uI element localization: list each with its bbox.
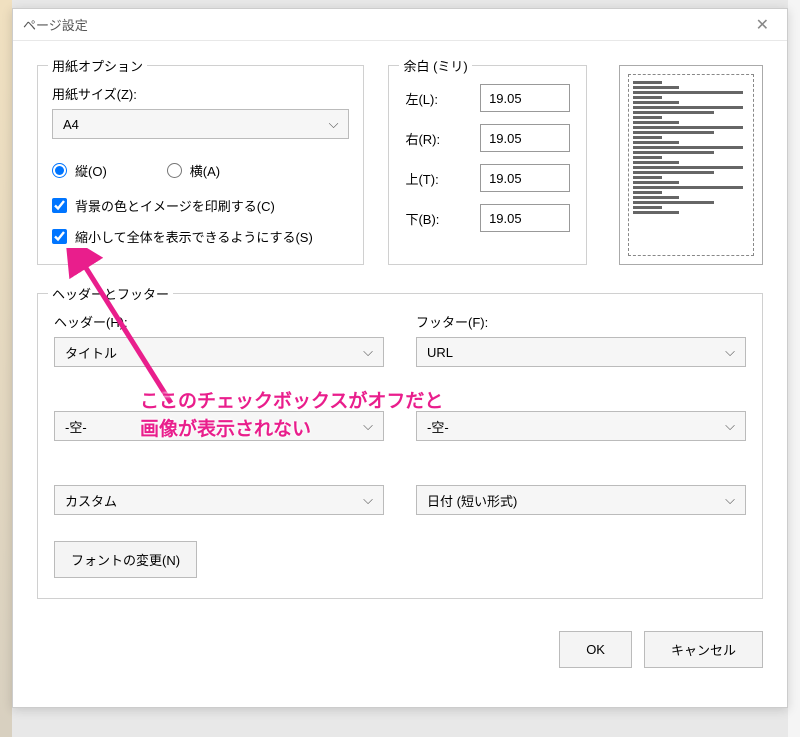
portrait-radio-input[interactable] xyxy=(52,163,67,178)
chevron-down-icon: ⌵ xyxy=(363,344,373,360)
header-3-value: カスタム xyxy=(65,491,117,510)
margin-bottom-label: 下(B): xyxy=(405,209,439,228)
landscape-radio-input[interactable] xyxy=(167,163,182,178)
portrait-label: 縦(O) xyxy=(75,161,107,180)
header-select-1[interactable]: タイトル ⌵ xyxy=(54,337,384,367)
chevron-down-icon: ⌵ xyxy=(725,492,735,508)
landscape-label: 横(A) xyxy=(190,161,220,180)
margin-bottom-input[interactable] xyxy=(480,204,570,232)
footer-column-label: フッター(F): xyxy=(416,312,746,331)
page-setup-dialog: ページ設定 ✕ 用紙オプション 用紙サイズ(Z): A4 ⌵ 縦(O) xyxy=(12,8,788,708)
footer-3-value: 日付 (短い形式) xyxy=(427,491,517,510)
header-column-label: ヘッダー(H): xyxy=(54,312,384,331)
orientation-portrait-radio[interactable]: 縦(O) xyxy=(52,161,107,180)
paper-options-group: 用紙オプション 用紙サイズ(Z): A4 ⌵ 縦(O) 横(A) xyxy=(37,65,364,265)
paper-size-value: A4 xyxy=(63,117,79,132)
chevron-down-icon: ⌵ xyxy=(363,492,373,508)
close-icon[interactable]: ✕ xyxy=(748,11,777,39)
margin-top-label: 上(T): xyxy=(405,169,438,188)
footer-select-3[interactable]: 日付 (短い形式) ⌵ xyxy=(416,485,746,515)
footer-select-1[interactable]: URL ⌵ xyxy=(416,337,746,367)
print-background-checkbox[interactable]: 背景の色とイメージを印刷する(C) xyxy=(52,196,349,215)
chevron-down-icon: ⌵ xyxy=(725,418,735,434)
footer-1-value: URL xyxy=(427,345,453,360)
margin-right-input[interactable] xyxy=(480,124,570,152)
margin-top-input[interactable] xyxy=(480,164,570,192)
orientation-landscape-radio[interactable]: 横(A) xyxy=(167,161,220,180)
paper-size-label: 用紙サイズ(Z): xyxy=(52,84,349,103)
paper-options-label: 用紙オプション xyxy=(48,56,147,75)
cancel-button[interactable]: キャンセル xyxy=(644,631,763,668)
page-preview xyxy=(619,65,763,265)
footer-select-2[interactable]: -空- ⌵ xyxy=(416,411,746,441)
shrink-label: 縮小して全体を表示できるようにする(S) xyxy=(75,227,313,246)
print-bg-label: 背景の色とイメージを印刷する(C) xyxy=(75,196,275,215)
header-footer-label: ヘッダーとフッター xyxy=(48,284,173,303)
header-footer-group: ヘッダーとフッター ヘッダー(H): フッター(F): タイトル ⌵ URL ⌵ xyxy=(37,293,763,599)
margins-label: 余白 (ミリ) xyxy=(399,56,471,75)
print-bg-checkbox-input[interactable] xyxy=(52,198,67,213)
margin-left-input[interactable] xyxy=(480,84,570,112)
chevron-down-icon: ⌵ xyxy=(725,344,735,360)
header-select-3[interactable]: カスタム ⌵ xyxy=(54,485,384,515)
ok-button[interactable]: OK xyxy=(559,631,632,668)
header-1-value: タイトル xyxy=(65,343,117,362)
shrink-checkbox-input[interactable] xyxy=(52,229,67,244)
header-2-value: -空- xyxy=(65,417,87,436)
change-font-button[interactable]: フォントの変更(N) xyxy=(54,541,197,578)
footer-2-value: -空- xyxy=(427,417,449,436)
margin-left-label: 左(L): xyxy=(405,89,438,108)
margin-right-label: 右(R): xyxy=(405,129,440,148)
chevron-down-icon: ⌵ xyxy=(363,418,373,434)
shrink-to-fit-checkbox[interactable]: 縮小して全体を表示できるようにする(S) xyxy=(52,227,349,246)
margins-group: 余白 (ミリ) 左(L): 右(R): 上(T): 下(B): xyxy=(388,65,587,265)
titlebar: ページ設定 ✕ xyxy=(13,9,787,41)
paper-size-select[interactable]: A4 ⌵ xyxy=(52,109,349,139)
chevron-down-icon: ⌵ xyxy=(329,116,339,132)
dialog-title: ページ設定 xyxy=(23,15,88,34)
header-select-2[interactable]: -空- ⌵ xyxy=(54,411,384,441)
